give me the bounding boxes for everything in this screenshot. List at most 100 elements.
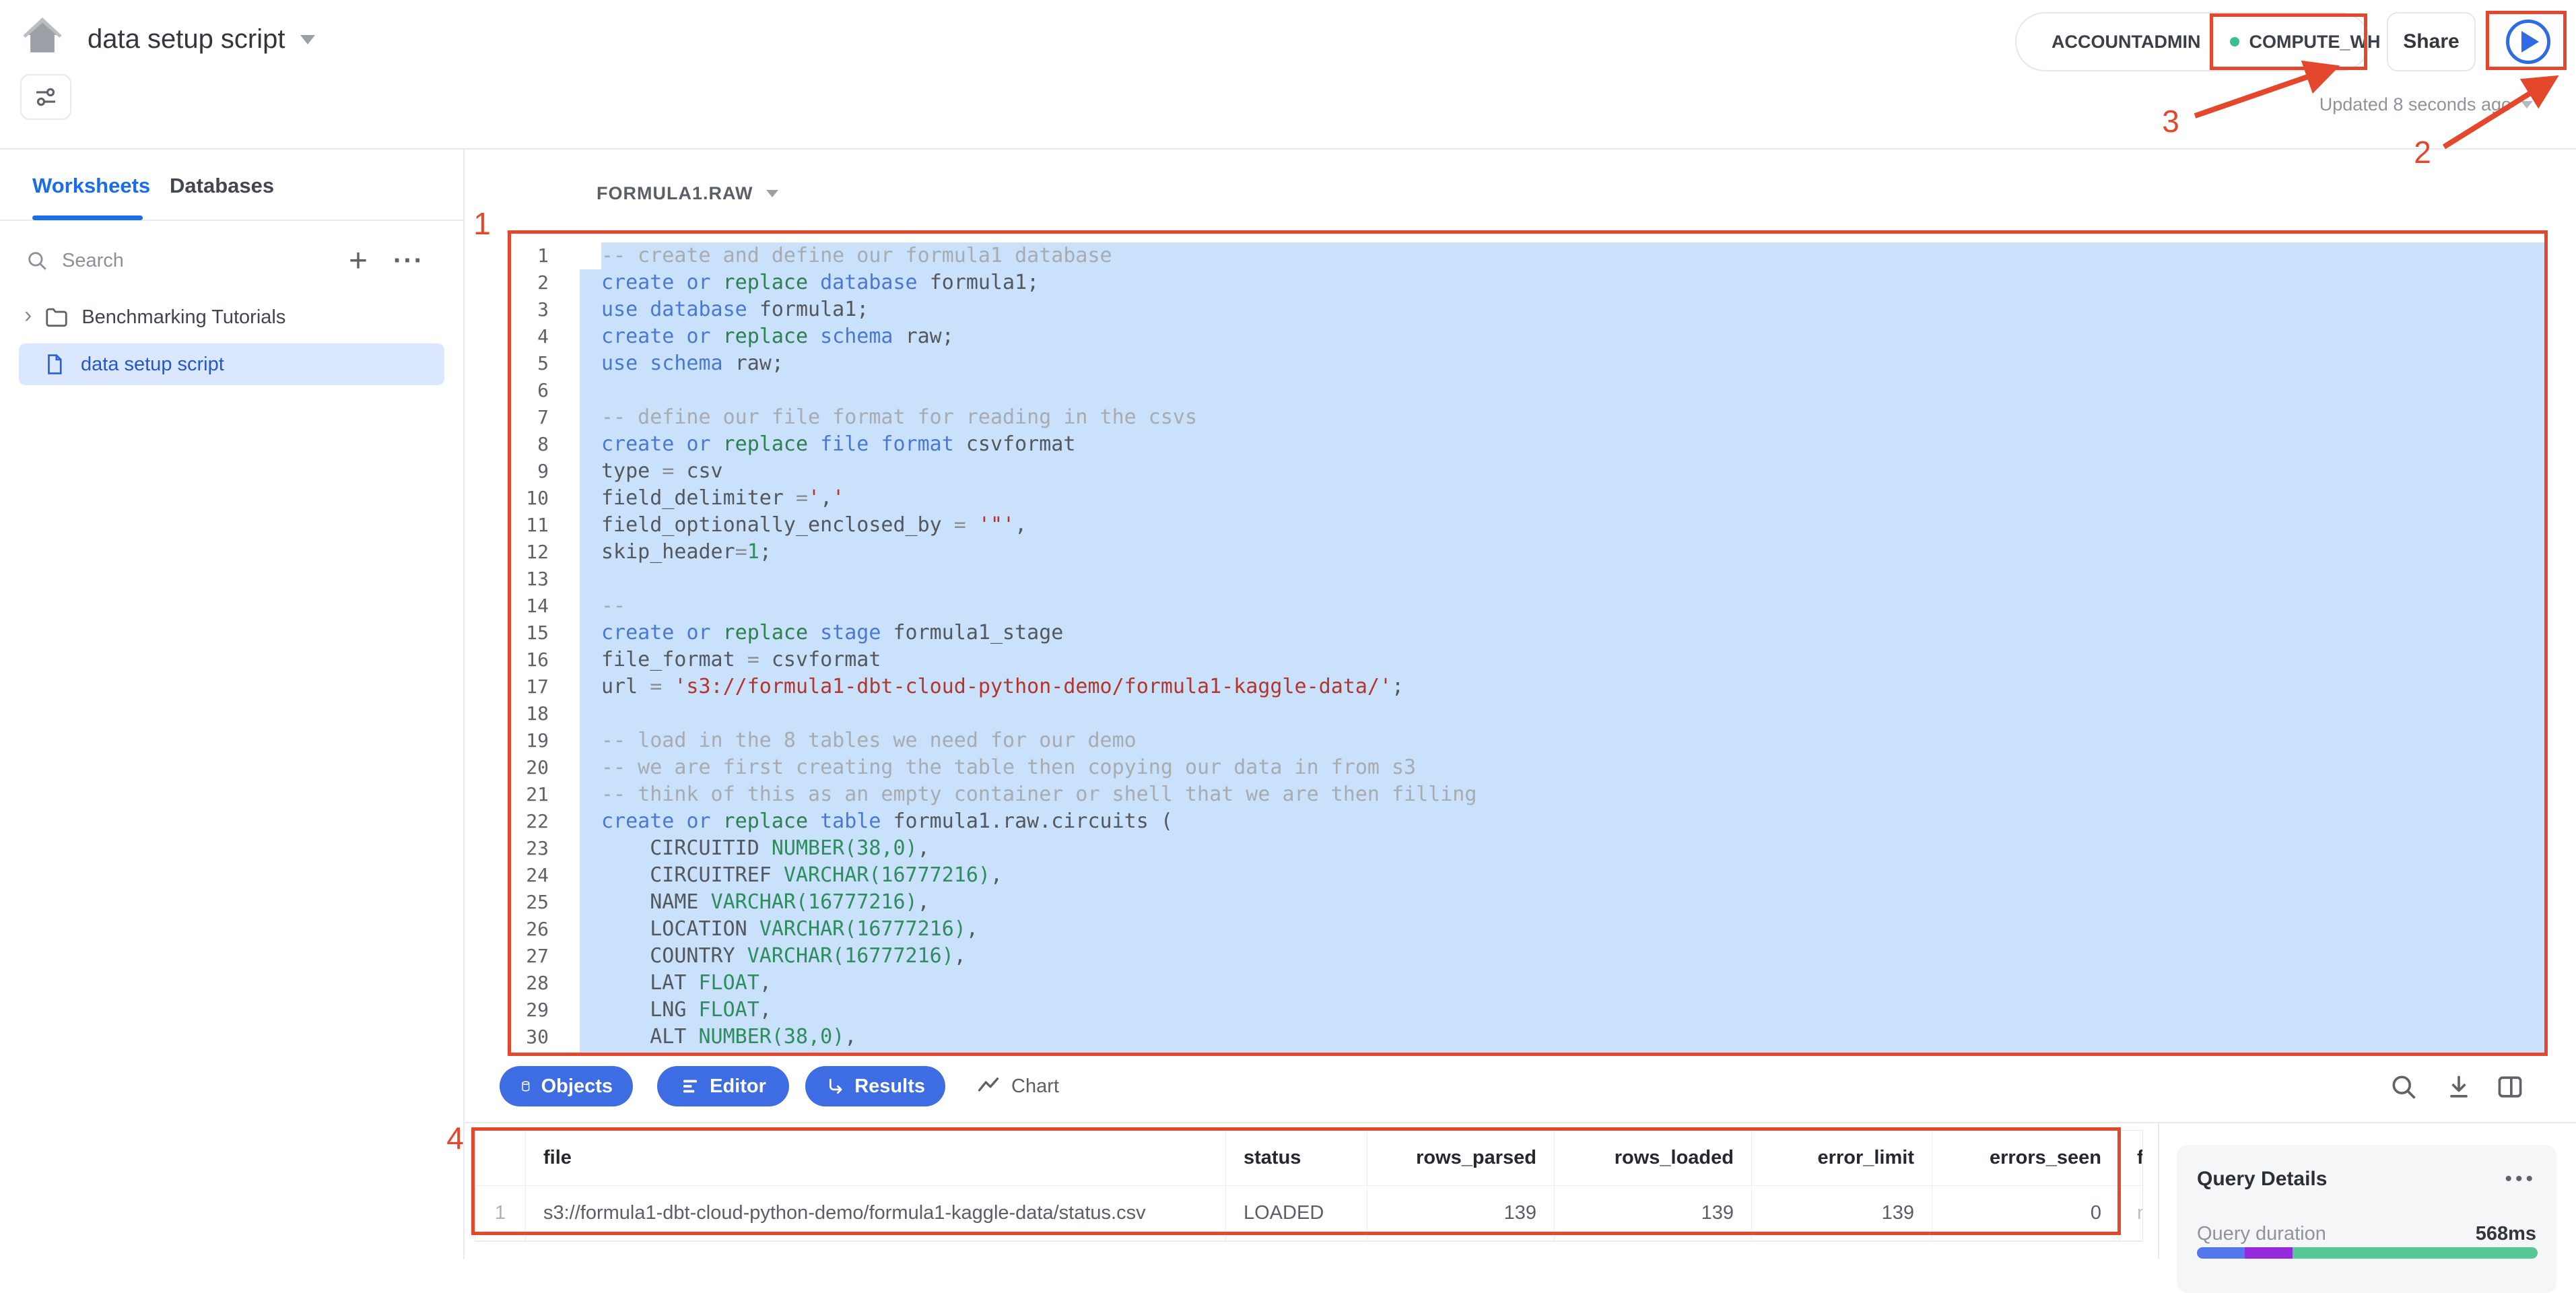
code-line[interactable]: 13 — [465, 566, 2576, 593]
code-line[interactable]: 4create or replace schema raw; — [465, 323, 2576, 350]
code-line[interactable]: 3use database formula1; — [465, 296, 2576, 323]
filters-button[interactable] — [20, 74, 71, 120]
query-details-title: Query Details — [2197, 1168, 2327, 1191]
line-number: 22 — [465, 808, 580, 835]
line-number: 9 — [465, 458, 580, 485]
table-cell[interactable]: LOADED — [1226, 1186, 1367, 1241]
download-icon[interactable] — [2444, 1072, 2474, 1102]
folder-icon — [44, 304, 69, 330]
code-line[interactable]: 2create or replace database formula1; — [465, 269, 2576, 296]
code-line[interactable]: 7-- define our file format for reading i… — [465, 404, 2576, 431]
code-text: use database formula1; — [580, 296, 2548, 323]
chart-icon — [976, 1074, 1001, 1098]
results-label: Results — [854, 1075, 925, 1098]
code-line[interactable]: URL VARCHAR(16777216), — [465, 1051, 2576, 1055]
objects-button[interactable]: Objects — [500, 1066, 633, 1106]
chevron-down-icon — [2521, 101, 2533, 108]
search-results-icon[interactable] — [2389, 1072, 2418, 1102]
home-icon[interactable] — [20, 13, 65, 58]
add-worksheet-button[interactable]: + — [349, 242, 368, 279]
code-line[interactable]: 17url = 's3://formula1-dbt-cloud-python-… — [465, 673, 2576, 700]
column-header[interactable]: rows_loaded — [1555, 1131, 1752, 1186]
code-line[interactable]: 16file_format = csvformat — [465, 646, 2576, 673]
code-line[interactable]: 11field_optionally_enclosed_by = '"', — [465, 512, 2576, 539]
warehouse-selector[interactable]: COMPUTE_WH — [2230, 32, 2380, 53]
table-cell[interactable]: 139 — [1752, 1186, 1932, 1241]
line-number: 25 — [465, 889, 580, 916]
code-line[interactable]: 8create or replace file format csvformat — [465, 431, 2576, 458]
line-number: 15 — [465, 620, 580, 646]
code-line[interactable]: 20-- we are first creating the table the… — [465, 754, 2576, 781]
tab-databases[interactable]: Databases — [170, 174, 274, 198]
column-header[interactable]: status — [1226, 1131, 1367, 1186]
query-details-panel: Query Details ••• Query duration 568ms — [2177, 1145, 2556, 1293]
code-line[interactable]: 19-- load in the 8 tables we need for ou… — [465, 727, 2576, 754]
code-line[interactable]: 28 LAT FLOAT, — [465, 970, 2576, 997]
divider — [2158, 1122, 2159, 1259]
top-header: data setup script ACCOUNTADMIN COMPUTE_W… — [0, 0, 2576, 150]
sql-editor[interactable]: 1-- create and define our formula1 datab… — [465, 242, 2576, 1055]
column-header-partial: f — [2120, 1131, 2143, 1186]
results-button[interactable]: Results — [805, 1066, 945, 1106]
code-line[interactable]: 18 — [465, 700, 2576, 727]
code-line[interactable]: 30 ALT NUMBER(38,0), — [465, 1024, 2576, 1051]
chart-label: Chart — [1011, 1075, 1059, 1098]
code-line[interactable]: 10field_delimiter =',' — [465, 485, 2576, 512]
split-view-icon[interactable] — [2495, 1072, 2525, 1102]
more-options-button[interactable]: ··· — [393, 246, 424, 276]
code-line[interactable]: 6 — [465, 377, 2576, 404]
worksheet-title-dropdown[interactable]: data setup script — [88, 24, 315, 55]
page-title: data setup script — [88, 24, 285, 55]
query-details-menu-button[interactable]: ••• — [2505, 1176, 2536, 1183]
database-schema-selector[interactable]: FORMULA1.RAW — [597, 183, 778, 204]
column-header[interactable]: error_limit — [1752, 1131, 1932, 1186]
updated-status-dropdown[interactable]: Updated 8 seconds ago — [2319, 94, 2533, 115]
table-cell[interactable]: s3://formula1-dbt-cloud-python-demo/form… — [526, 1186, 1226, 1241]
code-line[interactable]: 23 CIRCUITID NUMBER(38,0), — [465, 835, 2576, 862]
code-text: -- load in the 8 tables we need for our … — [580, 727, 2548, 754]
code-line[interactable]: 22create or replace table formula1.raw.c… — [465, 808, 2576, 835]
tab-worksheets[interactable]: Worksheets — [32, 174, 150, 198]
code-line[interactable]: 5use schema raw; — [465, 350, 2576, 377]
column-header[interactable]: file — [526, 1131, 1226, 1186]
run-button[interactable] — [2491, 12, 2565, 71]
table-cell[interactable]: 139 — [1555, 1186, 1752, 1241]
updated-text: Updated 8 seconds ago — [2319, 94, 2511, 115]
editor-button[interactable]: Editor — [657, 1066, 789, 1106]
code-text: -- define our file format for reading in… — [580, 404, 2548, 431]
chart-toggle[interactable]: Chart — [976, 1066, 1059, 1106]
active-tab-indicator — [32, 216, 143, 220]
code-line[interactable]: 9type = csv — [465, 458, 2576, 485]
line-number: 11 — [465, 512, 580, 539]
duration-bar-segment — [2245, 1247, 2293, 1259]
code-line[interactable]: 12skip_header=1; — [465, 539, 2576, 566]
code-text: CIRCUITREF VARCHAR(16777216), — [580, 862, 2548, 889]
code-line[interactable]: 24 CIRCUITREF VARCHAR(16777216), — [465, 862, 2576, 889]
code-line[interactable]: 21-- think of this as an empty container… — [465, 781, 2576, 808]
code-line[interactable]: 27 COUNTRY VARCHAR(16777216), — [465, 943, 2576, 970]
code-line[interactable]: 25 NAME VARCHAR(16777216), — [465, 889, 2576, 916]
line-number: 19 — [465, 727, 580, 754]
sidebar-item-worksheet-selected[interactable]: data setup script — [19, 343, 444, 385]
table-cell[interactable]: 0 — [1932, 1186, 2120, 1241]
column-header[interactable]: errors_seen — [1932, 1131, 2120, 1186]
column-header[interactable]: rows_parsed — [1367, 1131, 1555, 1186]
table-cell[interactable]: 139 — [1367, 1186, 1555, 1241]
search-input[interactable] — [62, 250, 284, 272]
chevron-right-icon: › — [24, 304, 32, 327]
duration-bar-segment — [2197, 1247, 2245, 1259]
line-number: 28 — [465, 970, 580, 997]
line-number: 10 — [465, 485, 580, 512]
code-line[interactable]: 15create or replace stage formula1_stage — [465, 620, 2576, 646]
share-button[interactable]: Share — [2387, 12, 2476, 71]
code-line[interactable]: 1-- create and define our formula1 datab… — [465, 242, 2576, 269]
sidebar-item-folder[interactable]: › Benchmarking Tutorials — [0, 296, 463, 338]
sidebar-search-row: + ··· — [0, 238, 463, 283]
line-number: 17 — [465, 673, 580, 700]
warehouse-label: COMPUTE_WH — [2249, 32, 2380, 53]
context-selector[interactable]: ACCOUNTADMIN COMPUTE_WH — [2015, 12, 2370, 71]
code-line[interactable]: 26 LOCATION VARCHAR(16777216), — [465, 916, 2576, 943]
code-line[interactable]: 14-- — [465, 593, 2576, 620]
code-line[interactable]: 29 LNG FLOAT, — [465, 997, 2576, 1024]
line-number: 16 — [465, 646, 580, 673]
